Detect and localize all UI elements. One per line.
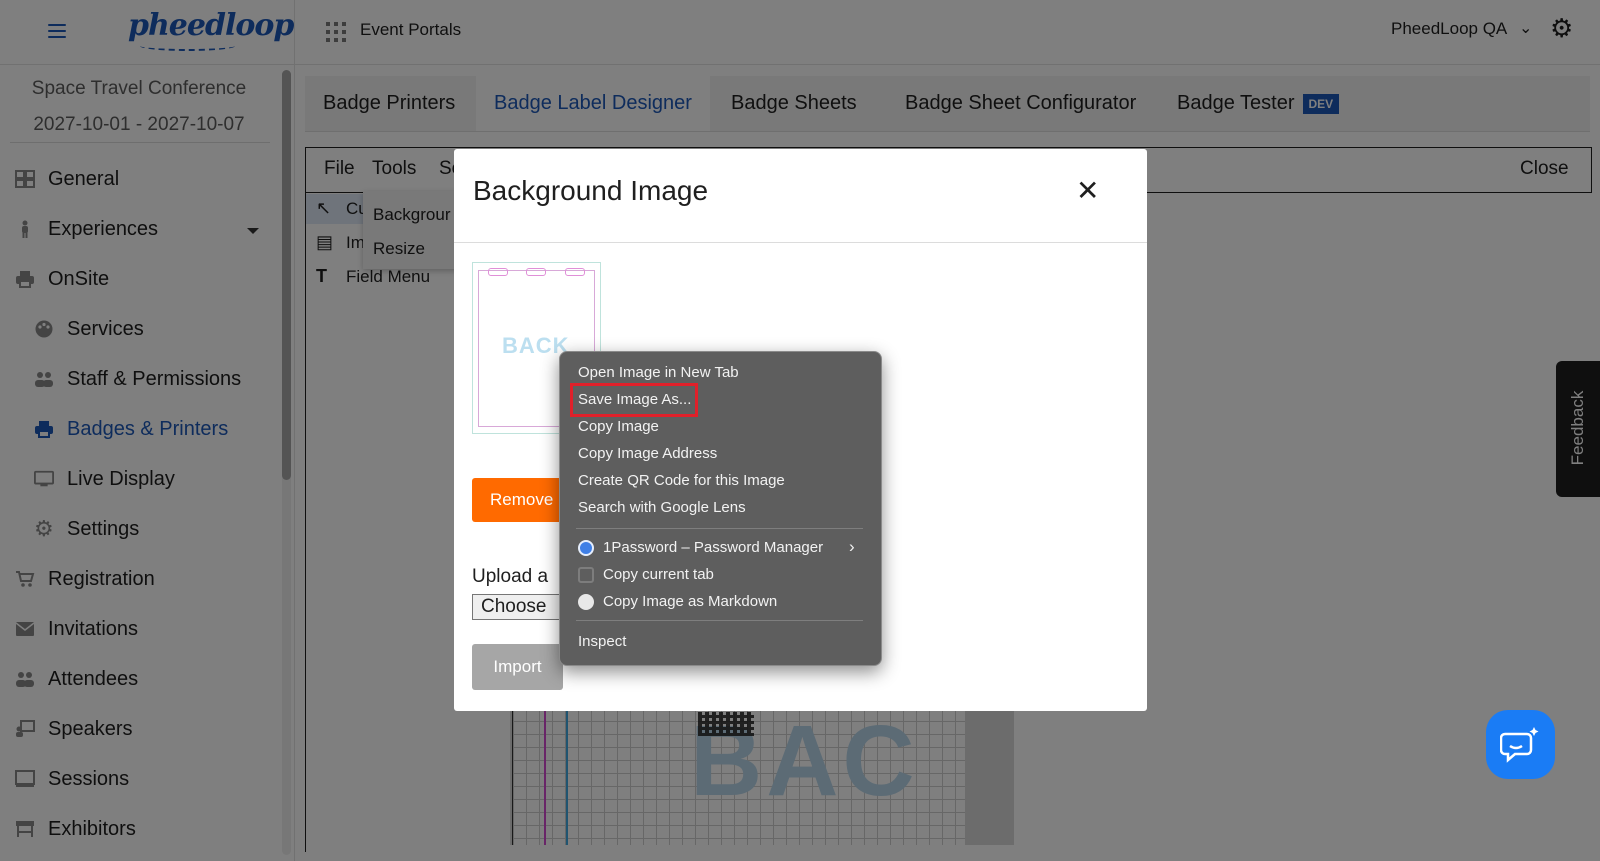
choose-file-button[interactable]: Choose: [472, 594, 572, 620]
modal-title: Background Image: [473, 175, 709, 206]
chat-button[interactable]: [1486, 710, 1555, 779]
close-icon[interactable]: ✕: [1076, 177, 1099, 205]
divider: [576, 620, 863, 621]
divider: [454, 242, 1147, 243]
ctx-create-qr-code[interactable]: Create QR Code for this Image: [578, 472, 785, 489]
link-icon: [578, 567, 594, 583]
chevron-right-icon: ›: [849, 537, 855, 556]
chat-bubble-icon: [1500, 727, 1539, 763]
ctx-copy-image-markdown[interactable]: Copy Image as Markdown: [603, 593, 777, 610]
ctx-inspect[interactable]: Inspect: [578, 633, 626, 650]
ctx-1password[interactable]: 1Password – Password Manager: [603, 539, 823, 556]
badge-slot-icon: [488, 268, 508, 276]
divider: [576, 528, 863, 529]
import-button[interactable]: Import: [472, 644, 563, 690]
highlight-box: [570, 383, 698, 417]
badge-slot-icon: [565, 268, 585, 276]
ctx-copy-image-address[interactable]: Copy Image Address: [578, 445, 717, 462]
ctx-search-google-lens[interactable]: Search with Google Lens: [578, 499, 746, 516]
badge-slot-icon: [526, 268, 546, 276]
ctx-copy-image[interactable]: Copy Image: [578, 418, 659, 435]
markdown-icon: [578, 594, 594, 610]
ctx-copy-current-tab[interactable]: Copy current tab: [603, 566, 714, 583]
ctx-open-image-new-tab[interactable]: Open Image in New Tab: [578, 364, 739, 381]
1password-icon: [578, 540, 594, 556]
upload-label: Upload a: [472, 566, 549, 587]
